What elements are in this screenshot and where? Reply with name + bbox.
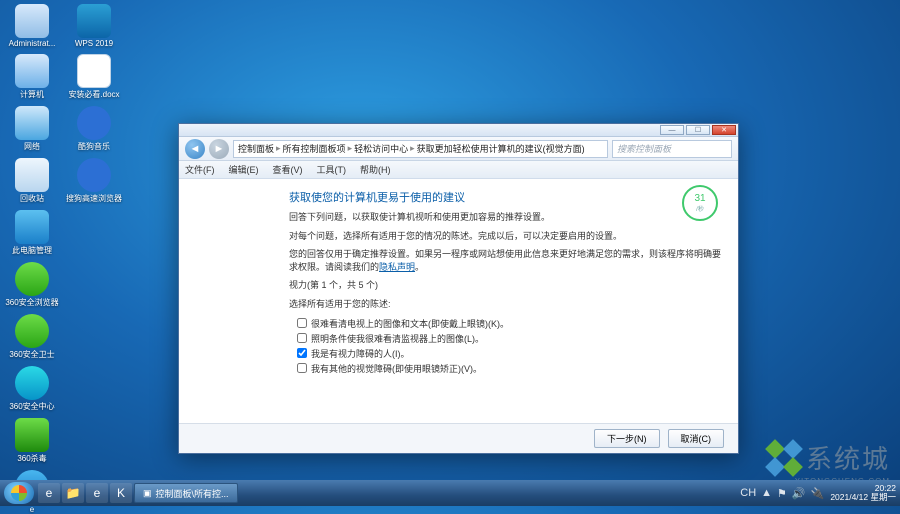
taskbar: e📁eK ▣ 控制面板\所有控... CH▲⚑🔊🔌 20:22 2021/4/1… — [0, 480, 900, 506]
option-label: 照明条件使我很难看清监视器上的图像(L)。 — [311, 332, 484, 345]
option-row: 照明条件使我很难看清监视器上的图像(L)。 — [297, 332, 722, 345]
menu-item[interactable]: 帮助(H) — [360, 163, 391, 176]
desktop-icon[interactable]: 安装必看.docx — [66, 54, 122, 100]
desktop-icon[interactable]: 360杀毒 — [4, 418, 60, 464]
titlebar: — ☐ ✕ — [179, 124, 738, 137]
option-row: 我是有视力障碍的人(I)。 — [297, 347, 722, 360]
desktop-icon[interactable]: 360安全浏览器 — [4, 262, 60, 308]
option-row: 我有其他的视觉障碍(即使用眼镜矫正)(V)。 — [297, 362, 722, 375]
wps-icon — [77, 4, 111, 38]
menu-item[interactable]: 查看(V) — [273, 163, 303, 176]
app-icon — [15, 210, 49, 244]
green-icon — [15, 314, 49, 348]
taskbar-pinned-ie[interactable]: e — [38, 483, 60, 503]
tray-icon[interactable]: 🔊 — [792, 487, 806, 500]
desktop-icon[interactable]: WPS 2019 — [66, 4, 122, 48]
taskbar-pinned-e[interactable]: e — [86, 483, 108, 503]
admin-icon — [15, 4, 49, 38]
option-label: 我是有视力障碍的人(I)。 — [311, 347, 410, 360]
net-icon — [15, 106, 49, 140]
page-heading: 获取使您的计算机更易于使用的建议 — [289, 189, 722, 205]
option-checkbox-2[interactable] — [297, 348, 307, 358]
intro-text-1: 回答下列问题，以获取使计算机视听和使用更加容易的推荐设置。 — [289, 211, 722, 224]
control-panel-window: — ☐ ✕ ◄ ► 控制面板▸所有控制面板项▸轻松访问中心▸获取更加轻松使用计算… — [178, 123, 739, 454]
meter-unit: /秒 — [696, 204, 704, 213]
taskbar-pinned-k[interactable]: K — [110, 483, 132, 503]
option-row: 很难看清电视上的图像和文本(即使戴上眼镜)(K)。 — [297, 317, 722, 330]
desktop-icon[interactable]: 此电脑管理 — [4, 210, 60, 256]
watermark: 系统城 XITONGCHENG.COM — [768, 439, 890, 476]
ku-icon — [77, 106, 111, 140]
option-label: 很难看清电视上的图像和文本(即使戴上眼镜)(K)。 — [311, 317, 509, 330]
clock[interactable]: 20:22 2021/4/12 星期一 — [830, 484, 896, 503]
tray-icon[interactable]: CH — [740, 487, 756, 500]
desktop-icon[interactable]: 计算机 — [4, 54, 60, 100]
desktop-icon[interactable]: 回收站 — [4, 158, 60, 204]
desktop-icon[interactable]: Administrat... — [4, 4, 60, 48]
system-tray: CH ▲ ⚑ 🔊 🔌 20:22 2021/4/12 星期一 — [740, 484, 896, 503]
window-icon: ▣ — [143, 488, 152, 499]
taskbar-task[interactable]: ▣ 控制面板\所有控... — [134, 483, 238, 503]
options-prompt: 选择所有适用于您的陈述: — [289, 298, 722, 311]
doc-icon — [77, 54, 111, 88]
desktop-icon[interactable]: 搜狗高速浏览器 — [66, 158, 122, 204]
next-button[interactable]: 下一步(N) — [594, 429, 660, 448]
logo-icon — [783, 439, 803, 459]
intro-text-3: 您的回答仅用于确定推荐设置。如果另一程序或网站想使用此信息来更好地满足您的需求，… — [289, 248, 722, 273]
breadcrumb-item[interactable]: 轻松访问中心 — [354, 142, 408, 155]
search-input[interactable]: 搜索控制面板 — [612, 140, 732, 158]
logo-icon — [783, 457, 803, 477]
cancel-button[interactable]: 取消(C) — [668, 429, 725, 448]
desktop: Administrat... 计算机网络回收站此电脑管理 360安全浏览器 360安全… — [4, 4, 122, 514]
breadcrumb-item[interactable]: 所有控制面板项 — [283, 142, 346, 155]
shield-icon — [15, 418, 49, 452]
intro-text-2: 对每个问题，选择所有适用于您的情况的陈述。完成以后，可以决定要启用的设置。 — [289, 230, 722, 243]
watermark-text: 系统城 — [806, 439, 890, 476]
option-checkbox-0[interactable] — [297, 318, 307, 328]
content-pane: 31 /秒 获取使您的计算机更易于使用的建议 回答下列问题，以获取使计算机视听和… — [179, 179, 738, 423]
tray-icon[interactable]: 🔌 — [811, 487, 825, 500]
menu-item[interactable]: 编辑(E) — [229, 163, 259, 176]
green-icon — [15, 262, 49, 296]
breadcrumb[interactable]: 控制面板▸所有控制面板项▸轻松访问中心▸获取更加轻松使用计算机的建议(视觉方面) — [233, 140, 608, 158]
windows-icon — [11, 485, 27, 501]
pc-icon — [15, 54, 49, 88]
tray-icon[interactable]: ⚑ — [777, 487, 787, 500]
option-checkbox-3[interactable] — [297, 363, 307, 373]
close-button[interactable]: ✕ — [712, 125, 736, 135]
taskbar-pinned-folder[interactable]: 📁 — [62, 483, 84, 503]
tray-icon[interactable]: ▲ — [761, 487, 772, 500]
desktop-icon[interactable]: 酷狗音乐 — [66, 106, 122, 152]
forward-button[interactable]: ► — [209, 139, 229, 159]
option-label: 我有其他的视觉障碍(即使用眼镜矫正)(V)。 — [311, 362, 482, 375]
start-button[interactable] — [4, 482, 34, 504]
step-indicator: 视力(第 1 个，共 5 个) — [289, 279, 722, 292]
back-button[interactable]: ◄ — [185, 139, 205, 159]
address-bar: ◄ ► 控制面板▸所有控制面板项▸轻松访问中心▸获取更加轻松使用计算机的建议(视… — [179, 137, 738, 161]
privacy-link[interactable]: 隐私声明 — [379, 262, 415, 272]
so-icon — [77, 158, 111, 192]
breadcrumb-item[interactable]: 获取更加轻松使用计算机的建议(视觉方面) — [417, 142, 585, 155]
menu-item[interactable]: 文件(F) — [185, 163, 215, 176]
breadcrumb-item[interactable]: 控制面板 — [238, 142, 274, 155]
cyan-icon — [15, 366, 49, 400]
maximize-button[interactable]: ☐ — [686, 125, 710, 135]
desktop-icon[interactable]: 网络 — [4, 106, 60, 152]
meter-value: 31 — [694, 193, 705, 204]
dialog-footer: 下一步(N) 取消(C) — [179, 423, 738, 453]
desktop-icon[interactable]: 360安全中心 — [4, 366, 60, 412]
menu-item[interactable]: 工具(T) — [317, 163, 347, 176]
bin-icon — [15, 158, 49, 192]
option-checkbox-1[interactable] — [297, 333, 307, 343]
desktop-icon[interactable]: 360安全卫士 — [4, 314, 60, 360]
minimize-button[interactable]: — — [660, 125, 684, 135]
menu-bar: 文件(F) 编辑(E) 查看(V) 工具(T) 帮助(H) — [179, 161, 738, 179]
progress-meter: 31 /秒 — [682, 185, 718, 221]
